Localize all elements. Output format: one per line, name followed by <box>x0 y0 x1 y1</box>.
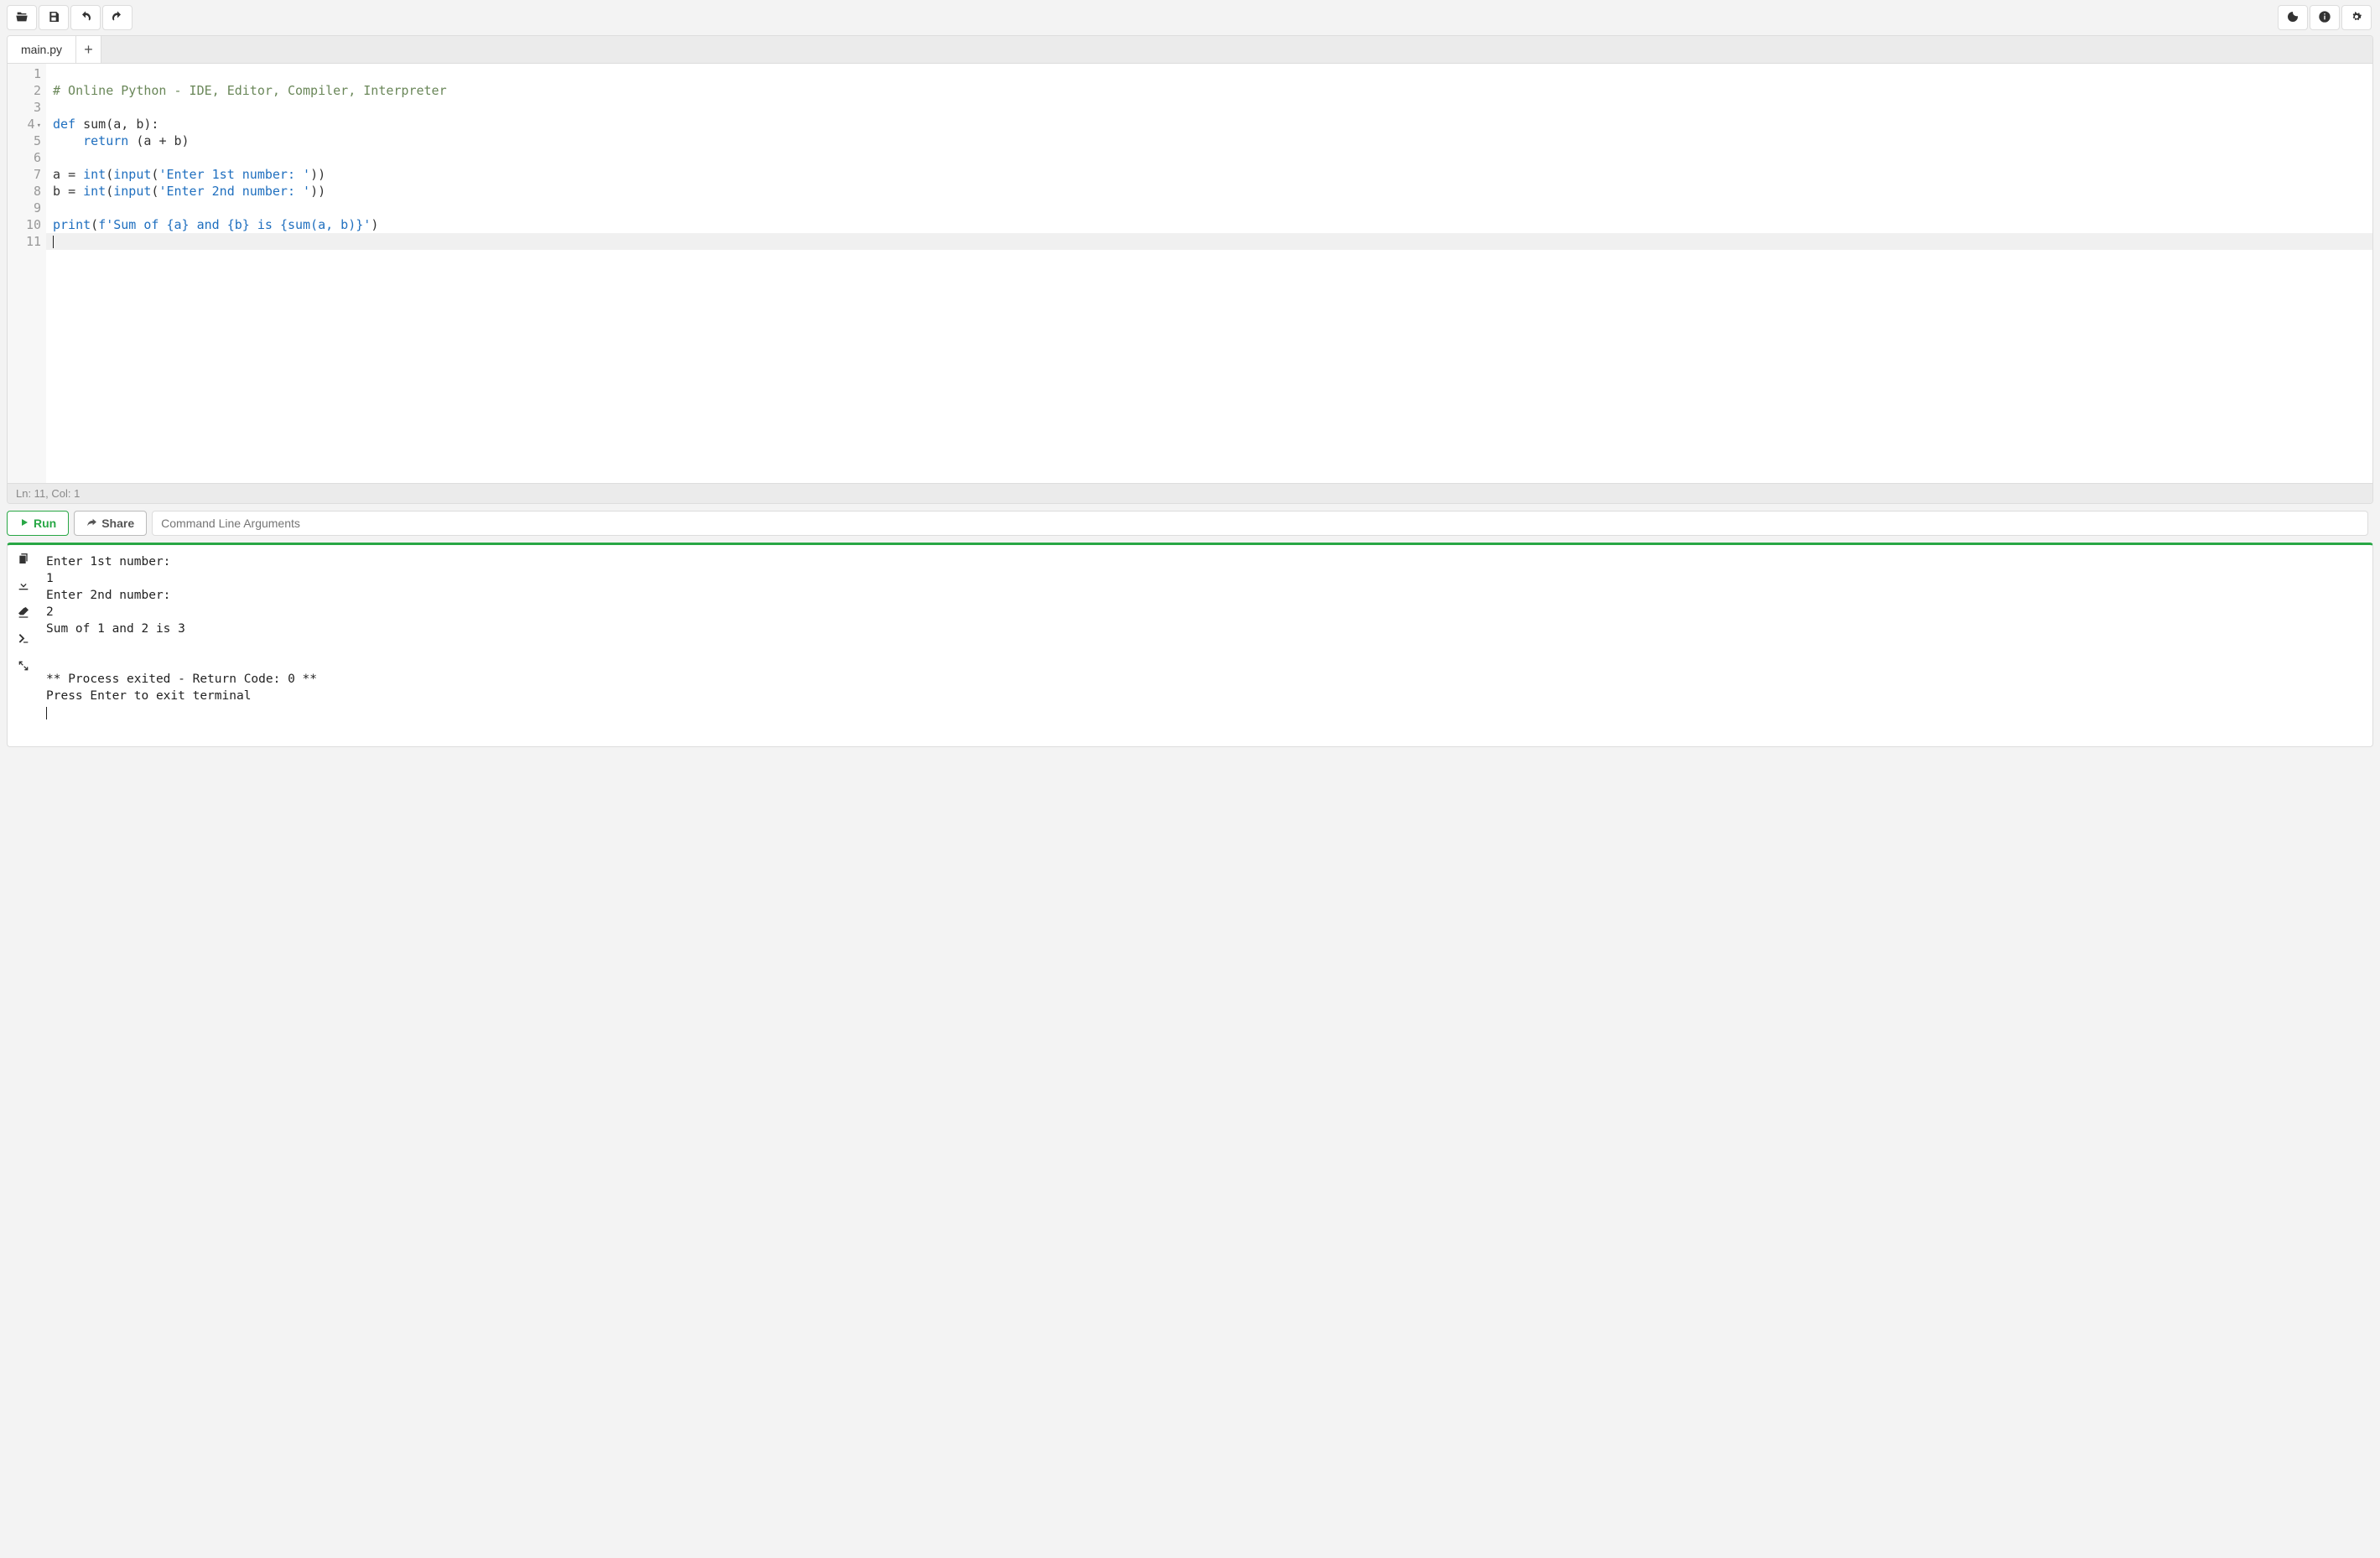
download-icon <box>17 579 30 595</box>
download-button[interactable] <box>16 579 31 594</box>
line-number: 2 <box>9 82 41 99</box>
dark-mode-button[interactable] <box>2278 5 2308 30</box>
copy-icon <box>17 552 30 568</box>
expand-button[interactable] <box>16 659 31 674</box>
code-line[interactable] <box>53 99 2366 116</box>
code-line[interactable] <box>53 149 2366 166</box>
add-tab-button[interactable]: + <box>76 36 101 63</box>
tab-main-py[interactable]: main.py <box>8 36 76 63</box>
open-folder-icon <box>15 10 29 26</box>
code-line[interactable]: def sum(a, b): <box>53 116 2366 132</box>
tab-bar: main.py + <box>8 36 2372 64</box>
code-editor[interactable]: 1234567891011 # Online Python - IDE, Edi… <box>8 64 2372 483</box>
info-button[interactable] <box>2310 5 2340 30</box>
share-label: Share <box>101 517 134 530</box>
play-icon <box>19 517 29 530</box>
shell-button[interactable] <box>16 632 31 647</box>
line-number: 1 <box>9 65 41 82</box>
line-number: 10 <box>9 216 41 233</box>
status-bar: Ln: 11, Col: 1 <box>8 483 2372 503</box>
share-button[interactable]: Share <box>74 511 147 536</box>
open-button[interactable] <box>7 5 37 30</box>
terminal-output[interactable]: Enter 1st number: 1 Enter 2nd number: 2 … <box>39 545 2372 746</box>
line-number: 9 <box>9 200 41 216</box>
moon-icon <box>2286 10 2299 26</box>
line-number: 6 <box>9 149 41 166</box>
terminal-icon <box>17 632 30 648</box>
terminal-panel: Enter 1st number: 1 Enter 2nd number: 2 … <box>7 543 2373 747</box>
clear-button[interactable] <box>16 605 31 621</box>
code-line[interactable]: b = int(input('Enter 2nd number: ')) <box>53 183 2366 200</box>
gutter: 1234567891011 <box>8 64 46 483</box>
run-bar: Run Share <box>0 504 2380 543</box>
line-number: 8 <box>9 183 41 200</box>
code-line[interactable] <box>53 233 2366 250</box>
line-number: 4 <box>9 116 41 132</box>
code-area[interactable]: # Online Python - IDE, Editor, Compiler,… <box>46 64 2372 483</box>
code-line[interactable]: return (a + b) <box>53 132 2366 149</box>
gears-icon <box>2350 10 2363 26</box>
line-number: 5 <box>9 132 41 149</box>
code-line[interactable]: a = int(input('Enter 1st number: ')) <box>53 166 2366 183</box>
copy-button[interactable] <box>16 552 31 567</box>
eraser-icon <box>17 605 30 621</box>
main-toolbar <box>0 0 2380 35</box>
info-icon <box>2318 10 2331 26</box>
undo-button[interactable] <box>70 5 101 30</box>
terminal-sidebar <box>8 545 39 746</box>
code-line[interactable]: # Online Python - IDE, Editor, Compiler,… <box>53 82 2366 99</box>
run-label: Run <box>34 517 56 530</box>
code-line[interactable]: print(f'Sum of {a} and {b} is {sum(a, b)… <box>53 216 2366 233</box>
code-line[interactable] <box>53 65 2366 82</box>
settings-button[interactable] <box>2341 5 2372 30</box>
code-line[interactable] <box>53 200 2366 216</box>
run-button[interactable]: Run <box>7 511 69 536</box>
expand-icon <box>17 659 30 675</box>
line-number: 11 <box>9 233 41 250</box>
save-button[interactable] <box>39 5 69 30</box>
redo-icon <box>111 10 124 26</box>
redo-button[interactable] <box>102 5 133 30</box>
share-icon <box>86 517 97 530</box>
line-number: 3 <box>9 99 41 116</box>
save-icon <box>47 10 60 26</box>
cli-args-input[interactable] <box>152 511 2368 536</box>
line-number: 7 <box>9 166 41 183</box>
editor-panel: main.py + 1234567891011 # Online Python … <box>7 35 2373 504</box>
undo-icon <box>79 10 92 26</box>
